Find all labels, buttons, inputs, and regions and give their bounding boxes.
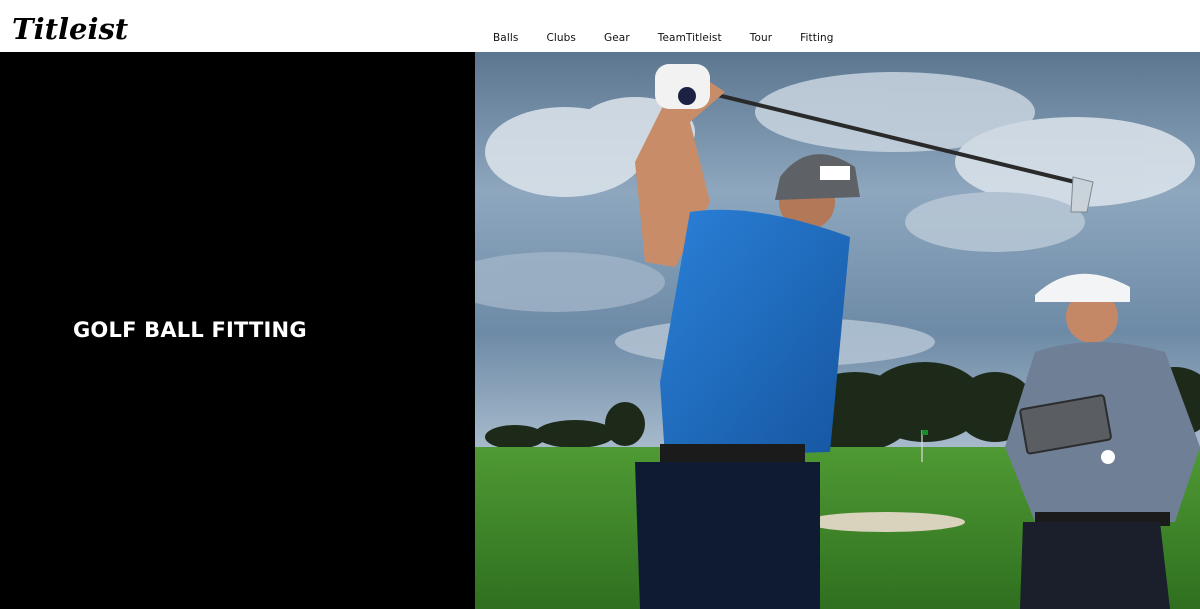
titleist-logo[interactable]: Titleist bbox=[10, 8, 130, 48]
golfer-shirt bbox=[660, 209, 850, 457]
nav-item-fitting[interactable]: Fitting bbox=[800, 32, 833, 44]
sand-bunker bbox=[805, 512, 965, 532]
hero-text-panel: GOLF BALL FITTING bbox=[0, 52, 475, 609]
site-header: Titleist Balls Clubs Gear TeamTitleist T… bbox=[0, 0, 1200, 52]
nav-item-balls[interactable]: Balls bbox=[493, 32, 518, 44]
golf-fitting-photo bbox=[475, 52, 1200, 609]
golf-ball bbox=[1101, 450, 1115, 464]
main-nav: Balls Clubs Gear TeamTitleist Tour Fitti… bbox=[493, 32, 834, 44]
nav-item-gear[interactable]: Gear bbox=[604, 32, 630, 44]
hero-title: GOLF BALL FITTING bbox=[73, 318, 307, 342]
svg-text:Titleist: Titleist bbox=[12, 12, 129, 46]
hero-photo bbox=[475, 52, 1200, 609]
golfer-pants bbox=[635, 462, 820, 609]
nav-item-clubs[interactable]: Clubs bbox=[546, 32, 576, 44]
fitter-pants bbox=[1020, 522, 1170, 609]
hero-banner: GOLF BALL FITTING bbox=[0, 52, 1200, 609]
flag bbox=[922, 430, 928, 435]
nav-item-tour[interactable]: Tour bbox=[750, 32, 772, 44]
nav-item-teamtitleist[interactable]: TeamTitleist bbox=[658, 32, 722, 44]
